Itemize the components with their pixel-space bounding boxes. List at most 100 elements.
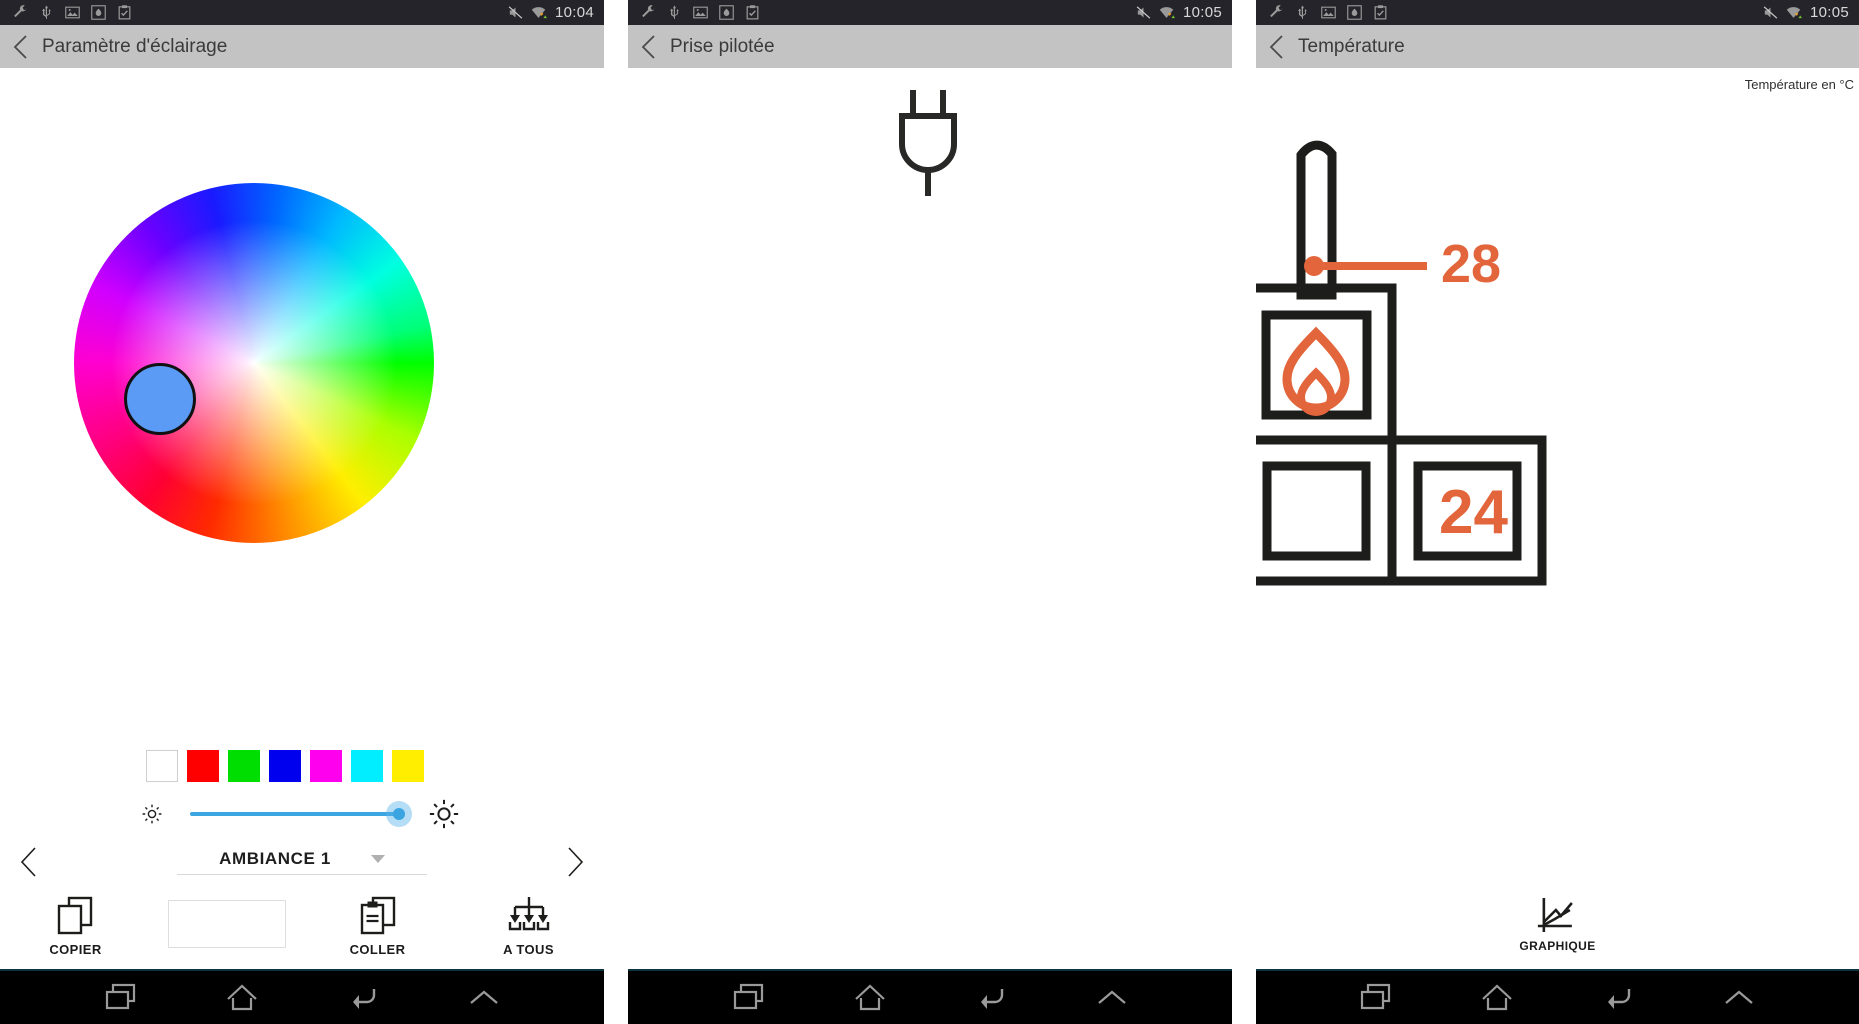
temperature-unit-label: Température en °C <box>1744 77 1854 92</box>
nav-recents-button[interactable] <box>84 975 158 1021</box>
back-arrow-icon <box>1607 988 1631 1009</box>
slider-knob[interactable] <box>393 808 405 820</box>
color-wheel-selector[interactable] <box>124 363 196 435</box>
wifi-icon <box>1159 7 1175 19</box>
color-wheel[interactable] <box>74 183 434 543</box>
android-nav-bar <box>1256 969 1859 1024</box>
color-wheel-disc[interactable] <box>74 183 434 543</box>
power-plug-icon <box>899 90 957 196</box>
page-title: Paramètre d'éclairage <box>42 35 228 57</box>
swatch-yellow[interactable] <box>392 750 424 782</box>
home-icon <box>226 983 257 1010</box>
android-nav-bar <box>0 969 604 1024</box>
brightness-slider-row <box>140 795 460 833</box>
back-button[interactable] <box>628 33 670 61</box>
usb-icon <box>1297 5 1307 19</box>
swatch-white[interactable] <box>146 750 178 782</box>
page-title: Prise pilotée <box>670 35 775 57</box>
flame-badge-icon <box>719 5 734 20</box>
recents-icon <box>1361 983 1391 1009</box>
status-bar: 10:05 <box>628 0 1232 25</box>
title-bar: Prise pilotée <box>628 25 1232 68</box>
picture-icon <box>1321 6 1336 19</box>
status-bar-clock: 10:05 <box>1809 4 1849 21</box>
a-tous-label: A TOUS <box>503 942 554 957</box>
nav-expand-button[interactable] <box>1702 975 1776 1021</box>
status-bar-right: 10:05 <box>1135 4 1232 21</box>
graphique-label: GRAPHIQUE <box>1519 939 1596 953</box>
flue-temperature-callout <box>1304 256 1427 276</box>
status-bar-icons <box>0 4 133 21</box>
swatch-green[interactable] <box>228 750 260 782</box>
ambiance-dropdown[interactable]: AMBIANCE 1 <box>177 849 427 875</box>
recents-icon <box>105 983 135 1009</box>
back-button[interactable] <box>0 33 42 61</box>
ambiance-selector: AMBIANCE 1 <box>0 836 604 888</box>
status-bar-clock: 10:04 <box>554 4 594 21</box>
chevron-right-icon <box>568 847 584 877</box>
mute-icon <box>508 6 523 19</box>
android-nav-bar <box>628 969 1232 1024</box>
a-tous-button[interactable]: A TOUS <box>453 890 604 957</box>
flame-badge-icon <box>1347 5 1362 20</box>
copy-icon <box>57 896 92 935</box>
color-preview-box[interactable] <box>167 900 286 948</box>
wrench-icon <box>14 5 27 18</box>
ambiance-prev-button[interactable] <box>0 845 58 879</box>
coller-button[interactable]: COLLER <box>302 890 453 957</box>
swatch-cyan[interactable] <box>351 750 383 782</box>
brightness-low-icon <box>142 804 162 824</box>
nav-expand-button[interactable] <box>447 975 521 1021</box>
status-bar-right: 10:04 <box>507 4 604 21</box>
panel-lighting: 10:04 Paramètre d'éclairage AMBIANCE 1 C… <box>0 0 604 1024</box>
status-bar-icons <box>1256 4 1389 21</box>
stove-firebox <box>1256 283 1397 445</box>
chevron-up-icon <box>1097 990 1126 1004</box>
caret-down-icon <box>370 855 385 863</box>
stove-diagram: 28 24 <box>1256 140 1547 586</box>
chevron-left-icon <box>641 34 655 59</box>
nav-home-button[interactable] <box>205 975 279 1021</box>
picture-icon <box>65 6 80 19</box>
line-chart-icon <box>1537 898 1573 932</box>
swatch-magenta[interactable] <box>310 750 342 782</box>
nav-back-button[interactable] <box>326 975 400 1021</box>
graphique-button[interactable]: GRAPHIQUE <box>1519 896 1595 953</box>
picture-icon <box>693 6 708 19</box>
nav-recents-button[interactable] <box>1339 975 1413 1021</box>
clipboard-check-icon <box>1374 5 1387 20</box>
back-button[interactable] <box>1256 33 1298 61</box>
lighting-toolbar: COPIER COLLER A TOUS <box>0 890 604 968</box>
status-bar-icons <box>628 4 761 21</box>
nav-recents-button[interactable] <box>712 975 786 1021</box>
swatch-blue[interactable] <box>269 750 301 782</box>
home-icon <box>854 983 885 1010</box>
mute-icon <box>1763 6 1778 19</box>
nav-back-button[interactable] <box>1581 975 1655 1021</box>
nav-back-button[interactable] <box>954 975 1028 1021</box>
chevron-up-icon <box>469 990 498 1004</box>
status-bar-right: 10:05 <box>1762 4 1859 21</box>
back-arrow-icon <box>980 988 1003 1009</box>
title-bar: Paramètre d'éclairage <box>0 25 604 68</box>
copier-button[interactable]: COPIER <box>0 890 151 957</box>
usb-icon <box>669 5 679 19</box>
wifi-icon <box>531 7 547 19</box>
ambiance-next-button[interactable] <box>546 845 604 879</box>
wrench-icon <box>642 5 655 18</box>
status-bar: 10:05 <box>1256 0 1859 25</box>
chevron-left-icon <box>20 847 36 877</box>
color-preview[interactable] <box>151 890 302 948</box>
swatch-red[interactable] <box>187 750 219 782</box>
flue-temperature-value: 28 <box>1441 234 1501 294</box>
chevron-left-icon <box>1269 34 1283 59</box>
room-temperature-value: 24 <box>1439 478 1508 547</box>
nav-home-button[interactable] <box>1460 975 1534 1021</box>
nav-home-button[interactable] <box>833 975 907 1021</box>
chevron-up-icon <box>1724 990 1753 1004</box>
clipboard-check-icon <box>118 5 131 20</box>
status-bar: 10:04 <box>0 0 604 25</box>
nav-expand-button[interactable] <box>1075 975 1149 1021</box>
brightness-slider[interactable] <box>190 801 412 827</box>
clipboard-check-icon <box>746 5 759 20</box>
